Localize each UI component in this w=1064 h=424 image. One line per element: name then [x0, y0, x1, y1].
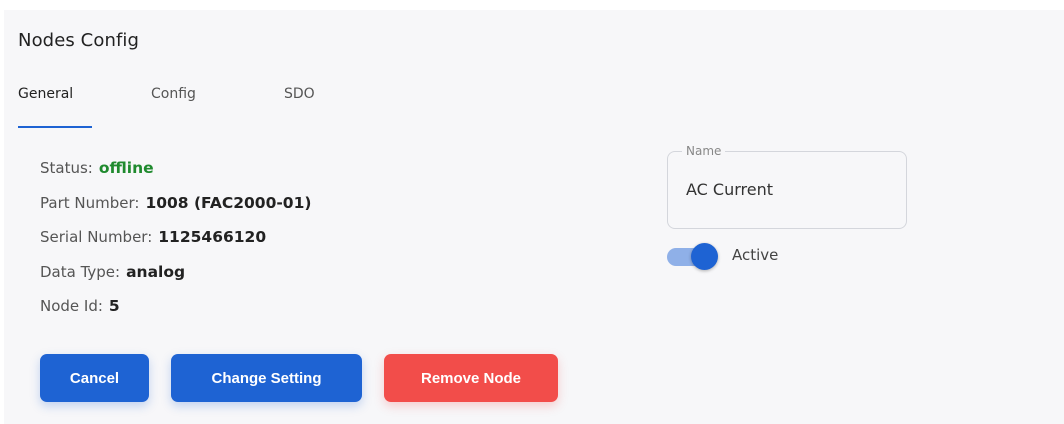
data-type-row: Data Type: analog [40, 260, 311, 295]
tab-sdo[interactable]: SDO [284, 86, 315, 102]
node-info: Status: offline Part Number: 1008 (FAC2000… [40, 156, 311, 329]
status-value: offline [98, 159, 154, 177]
active-tab-indicator [18, 126, 92, 128]
name-field-label: Name [682, 144, 726, 158]
cancel-button[interactable]: Cancel [40, 354, 149, 402]
part-number-row: Part Number: 1008 (FAC2000-01) [40, 191, 311, 226]
node-id-label: Node Id: [40, 297, 103, 316]
serial-number-label: Serial Number: [40, 228, 153, 247]
panel-title: Nodes Config [18, 30, 140, 51]
tab-config[interactable]: Config [151, 86, 196, 102]
part-number-value: 1008 (FAC2000-01) [145, 193, 312, 212]
active-toggle-label: Active [732, 246, 779, 264]
tab-general[interactable]: General [18, 86, 73, 102]
part-number-label: Part Number: [40, 193, 140, 212]
name-input[interactable] [686, 180, 886, 199]
change-setting-button[interactable]: Change Setting [171, 354, 362, 402]
serial-number-row: Serial Number: 1125466120 [40, 225, 311, 260]
serial-number-value: 1125466120 [158, 228, 267, 247]
name-field: Name [667, 144, 907, 229]
node-id-row: Node Id: 5 [40, 294, 311, 329]
toggle-knob [691, 243, 718, 270]
node-id-value: 5 [108, 297, 120, 316]
data-type-label: Data Type: [40, 262, 121, 281]
active-toggle[interactable] [667, 242, 721, 272]
status-label: Status: [40, 159, 93, 177]
remove-node-button[interactable]: Remove Node [384, 354, 558, 402]
status-row: Status: offline [40, 156, 311, 191]
data-type-value: analog [126, 262, 186, 281]
